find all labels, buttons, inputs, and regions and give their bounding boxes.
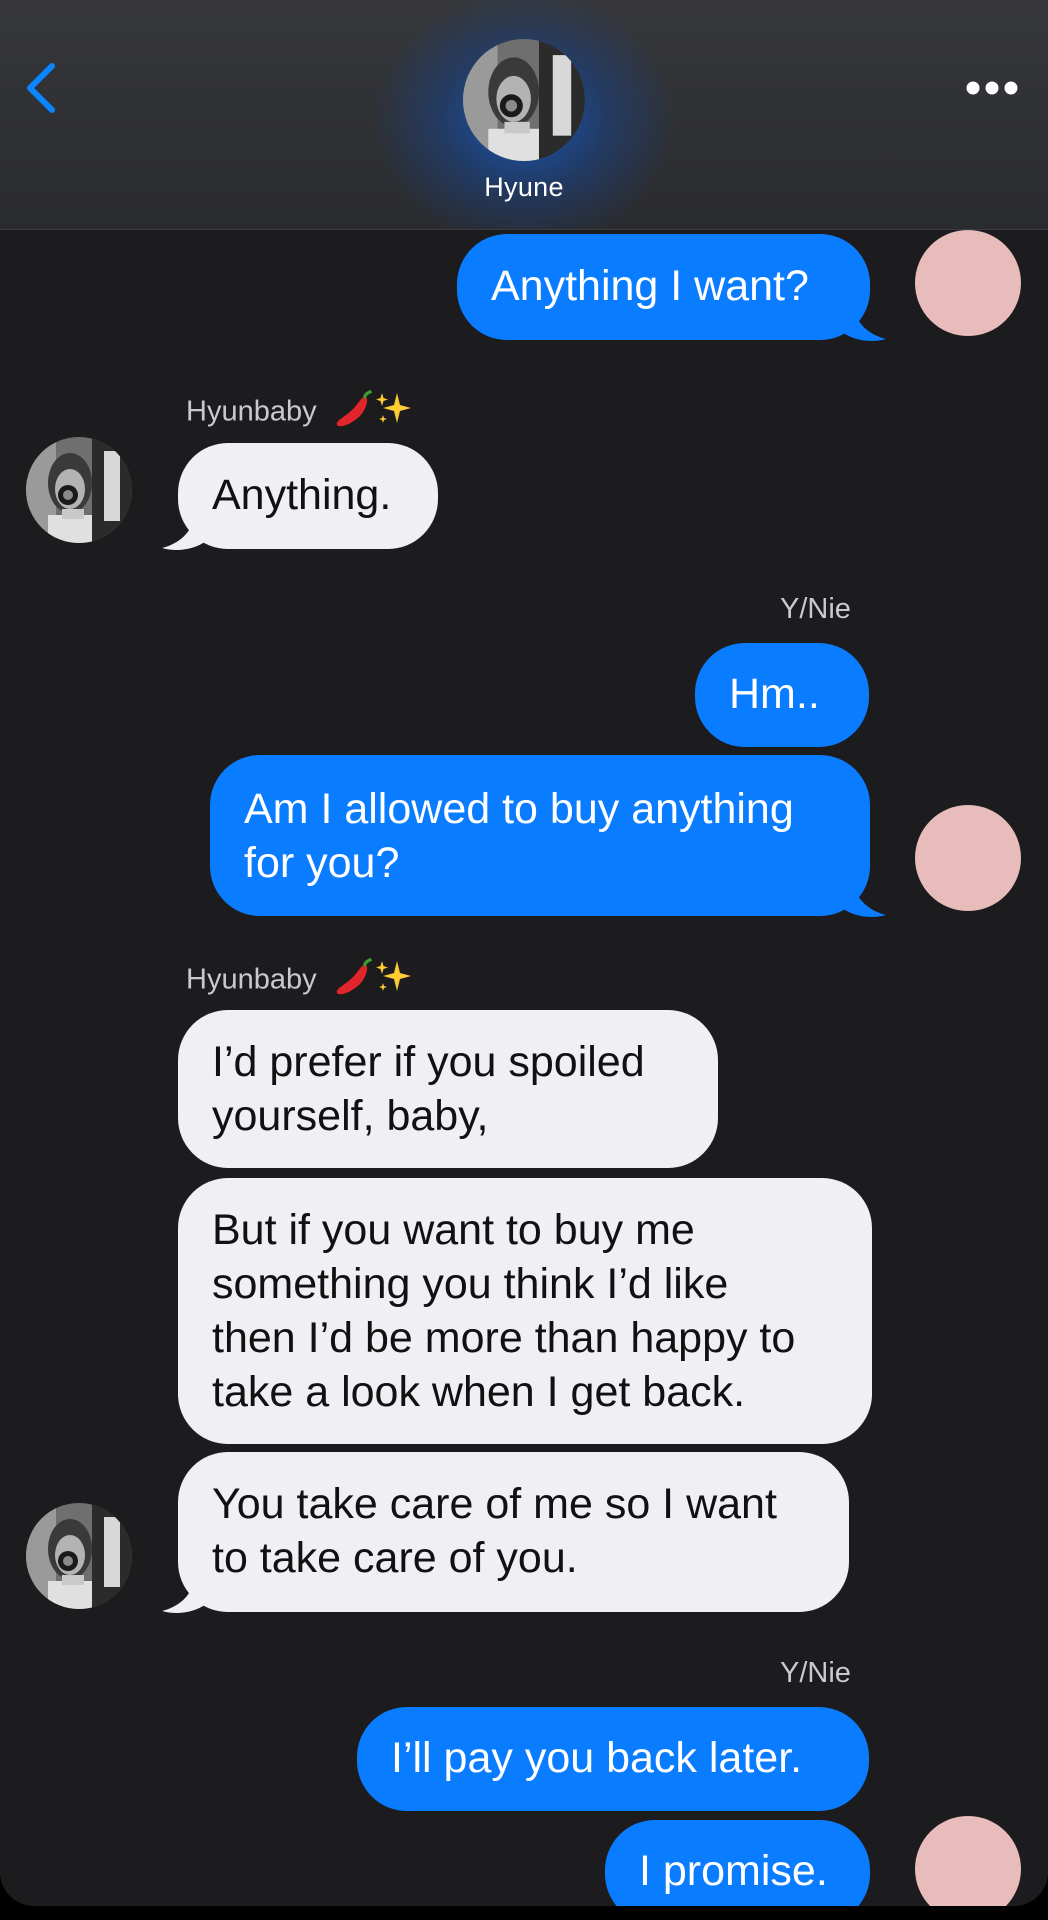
chat-header: Hyune bbox=[0, 0, 1048, 230]
message-text: You take care of me so I want bbox=[212, 1480, 777, 1528]
back-button[interactable] bbox=[18, 58, 68, 118]
message-text: then I’d be more than happy to bbox=[212, 1314, 796, 1362]
contact-name[interactable]: Hyune bbox=[0, 172, 1048, 203]
outgoing-message-bubble[interactable]: I’ll pay you back later. bbox=[357, 1707, 869, 1811]
avatar-photo-icon bbox=[463, 39, 585, 161]
ellipsis-icon bbox=[966, 81, 1018, 95]
my-avatar[interactable] bbox=[915, 805, 1021, 911]
bubble-tail-icon bbox=[162, 511, 206, 550]
incoming-message-bubble[interactable]: You take care of me so I want to take ca… bbox=[178, 1452, 849, 1612]
bubble-tail-icon bbox=[842, 878, 886, 917]
chat-screen: Hyune Anything I want? Hyunbaby Anything… bbox=[0, 0, 1048, 1906]
message-text: But if you want to buy me bbox=[212, 1206, 695, 1254]
message-text: I’d prefer if you spoiled bbox=[212, 1038, 645, 1086]
message-text: I’ll pay you back later. bbox=[391, 1734, 803, 1782]
my-avatar[interactable] bbox=[915, 1816, 1021, 1906]
outgoing-message-bubble[interactable]: Am I allowed to buy anything for you? bbox=[210, 755, 870, 916]
sender-name: Hyunbaby bbox=[186, 957, 413, 1005]
message-text: take a look when I get back. bbox=[212, 1368, 746, 1416]
avatar-photo-icon bbox=[26, 437, 132, 543]
bubble-tail-icon bbox=[842, 302, 886, 341]
incoming-message-bubble[interactable]: I’d prefer if you spoiled yourself, baby… bbox=[178, 1010, 718, 1168]
message-text: to take care of you. bbox=[212, 1534, 578, 1582]
sparkles-icon bbox=[373, 957, 413, 1005]
contact-avatar[interactable] bbox=[26, 437, 132, 543]
sender-name: Y/Nie bbox=[780, 1657, 851, 1689]
message-text: Anything I want? bbox=[491, 262, 809, 310]
sparkles-icon bbox=[373, 389, 413, 437]
contact-avatar[interactable] bbox=[26, 1503, 132, 1609]
outgoing-message-bubble[interactable]: Hm.. bbox=[695, 643, 869, 747]
chili-pepper-icon bbox=[331, 389, 373, 437]
message-text: something you think I’d like bbox=[212, 1260, 729, 1308]
sender-name: Hyunbaby bbox=[186, 389, 413, 437]
avatar-photo-icon bbox=[26, 1503, 132, 1609]
incoming-message-bubble[interactable]: But if you want to buy me something you … bbox=[178, 1178, 872, 1444]
incoming-message-bubble[interactable]: Anything. bbox=[178, 443, 438, 549]
message-text: Hm.. bbox=[729, 670, 820, 718]
chevron-left-icon bbox=[27, 63, 55, 113]
message-text: for you? bbox=[244, 839, 400, 887]
bubble-tail-icon bbox=[162, 1574, 206, 1613]
outgoing-message-bubble[interactable]: I promise. bbox=[605, 1820, 870, 1906]
message-text: I promise. bbox=[639, 1847, 828, 1895]
more-button[interactable] bbox=[962, 66, 1022, 110]
chili-pepper-icon bbox=[331, 957, 373, 1005]
contact-avatar[interactable] bbox=[463, 39, 585, 161]
my-avatar[interactable] bbox=[915, 230, 1021, 336]
message-text: Am I allowed to buy anything bbox=[244, 785, 794, 833]
message-text: Anything. bbox=[212, 471, 392, 519]
sender-name: Y/Nie bbox=[780, 593, 851, 625]
message-text: yourself, baby, bbox=[212, 1092, 489, 1140]
outgoing-message-bubble[interactable]: Anything I want? bbox=[457, 234, 870, 340]
